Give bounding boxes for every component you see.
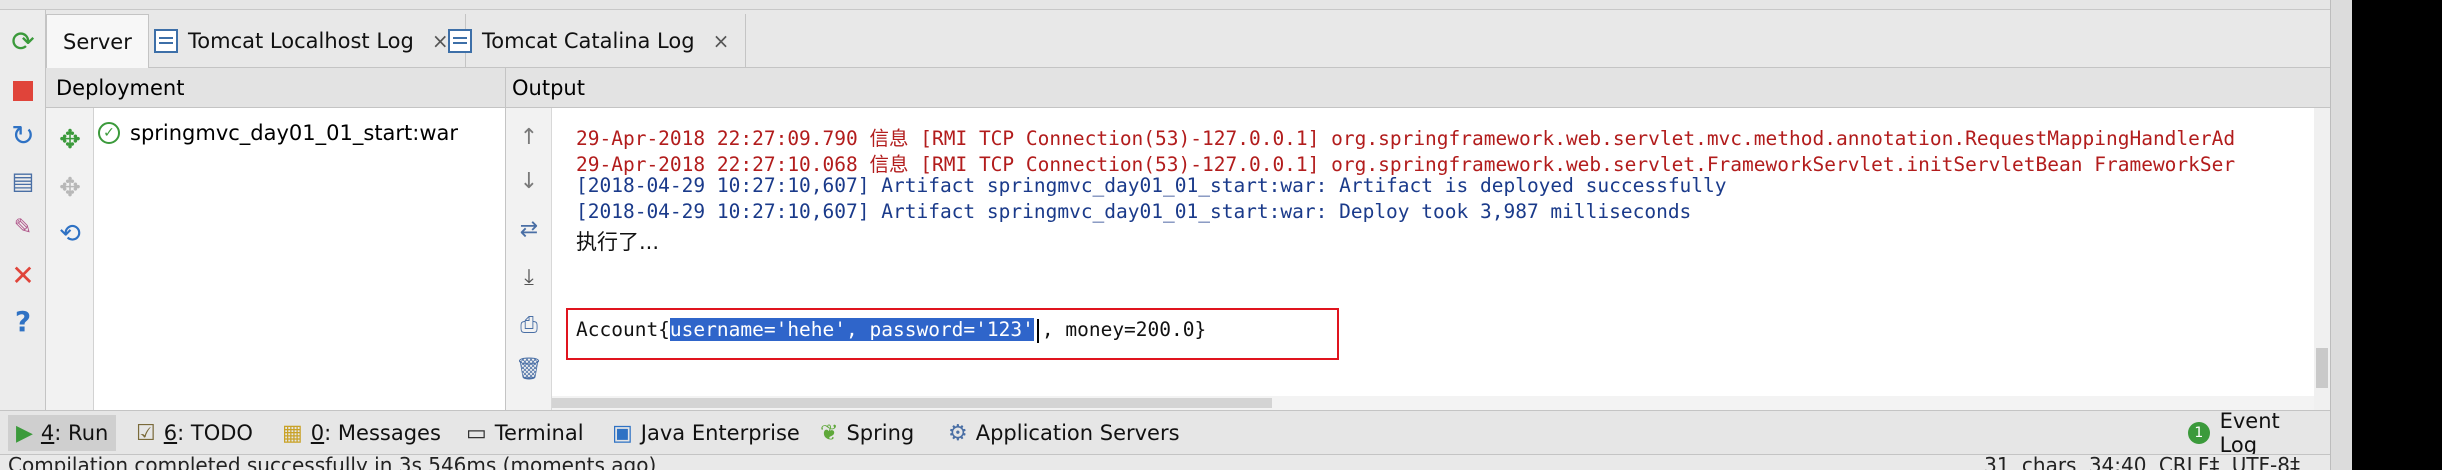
- deployment-tree: ✓ springmvc_day01_01_start:war: [94, 108, 506, 410]
- print-icon[interactable]: ⎙: [514, 310, 544, 340]
- help-icon[interactable]: ?: [4, 302, 42, 340]
- java-enterprise-icon: ▣: [612, 420, 633, 446]
- bottom-tab-label: : Run: [54, 421, 109, 445]
- bottom-tab-label: Application Servers: [975, 421, 1180, 445]
- bottom-tab-label: Java Enterprise: [640, 421, 800, 445]
- output-toolbar: ↑ ↓ ⇄ ⤓ ⎙ 🗑: [506, 108, 552, 410]
- messages-icon: ▦: [282, 420, 303, 446]
- bottom-tab-run[interactable]: ▶ 4: Run: [8, 415, 117, 451]
- intellij-run-window: ⟳ ↻ ▤ ✎ ✕ ? Server Tomcat Localhost Log …: [0, 0, 2352, 470]
- close-icon[interactable]: ✕: [4, 256, 42, 294]
- rerun-icon[interactable]: ⟳: [4, 22, 42, 60]
- clear-all-icon[interactable]: 🗑: [514, 354, 544, 384]
- output-header: Output: [506, 68, 2330, 108]
- deploy-icon[interactable]: ✥: [52, 122, 88, 158]
- deployment-item[interactable]: ✓ springmvc_day01_01_start:war: [98, 118, 458, 148]
- log-line: [2018-04-29 10:27:10,607] Artifact sprin…: [576, 174, 1727, 197]
- bottom-tab-label: Terminal: [494, 421, 584, 445]
- bottom-tab-label: : Messages: [324, 421, 441, 445]
- deployment-header: Deployment: [46, 68, 506, 108]
- title-bar: [0, 0, 2330, 10]
- bottom-tab-terminal[interactable]: ▭ Terminal: [458, 415, 592, 451]
- refresh-icon[interactable]: ⟲: [52, 216, 88, 252]
- vertical-scroll-thumb[interactable]: [2316, 348, 2328, 388]
- terminal-icon: ▭: [466, 420, 487, 446]
- spring-icon: ❦: [820, 420, 839, 446]
- bottom-tab-messages[interactable]: ▦ 0: Messages: [274, 415, 449, 451]
- soft-wrap-icon[interactable]: ⇄: [514, 214, 544, 244]
- bottom-tab-number: 0: [310, 421, 325, 445]
- log-icon: [154, 29, 178, 53]
- bottom-tab-number: 4: [40, 421, 55, 445]
- success-check-icon: ✓: [98, 122, 120, 144]
- status-message: Compilation completed successfully in 3s…: [8, 454, 657, 470]
- horizontal-scroll-thumb[interactable]: [552, 398, 1272, 408]
- log-line: 29-Apr-2018 22:27:09.790 信息 [RMI TCP Con…: [576, 127, 2236, 150]
- screen-edge: [2352, 0, 2442, 470]
- tab-tomcat-localhost-log-label: Tomcat Localhost Log: [188, 29, 414, 53]
- close-tab-icon[interactable]: ×: [713, 29, 730, 53]
- scroll-down-icon[interactable]: ↓: [514, 166, 544, 196]
- tab-server-label: Server: [63, 29, 132, 54]
- tab-tomcat-catalina-log-label: Tomcat Catalina Log: [482, 29, 695, 53]
- update-icon[interactable]: ↻: [4, 116, 42, 154]
- scroll-up-icon[interactable]: ↑: [514, 122, 544, 152]
- tab-server[interactable]: Server: [46, 14, 149, 68]
- right-tool-strip: [2330, 0, 2352, 470]
- tab-tomcat-localhost-log[interactable]: Tomcat Localhost Log ×: [138, 14, 466, 68]
- status-bar: Compilation completed successfully in 3s…: [0, 454, 2330, 470]
- bottom-tab-todo[interactable]: ☑ 6: TODO: [128, 415, 261, 451]
- output-header-label: Output: [512, 75, 585, 100]
- layout-icon[interactable]: ▤: [4, 162, 42, 200]
- undeploy-icon[interactable]: ✥: [52, 170, 88, 206]
- status-info[interactable]: 31 chars 34:40 CRLF‡ UTF-8‡: [1984, 455, 2300, 470]
- todo-icon: ☑: [136, 420, 156, 446]
- log-icon: [448, 29, 472, 53]
- tool-window-bar: ▶ 4: Run ☑ 6: TODO ▦ 0: Messages ▭ Termi…: [0, 409, 2330, 457]
- red-highlight-box: [566, 308, 1339, 360]
- event-log-label: Event Log: [2219, 409, 2280, 457]
- deployment-header-label: Deployment: [56, 75, 185, 100]
- bottom-tab-application-servers[interactable]: ⚙ Application Servers: [940, 415, 1188, 451]
- horizontal-scrollbar[interactable]: [552, 396, 2314, 410]
- run-icon: ▶: [16, 420, 33, 446]
- event-log-count-badge: 1: [2188, 422, 2210, 444]
- tab-tomcat-catalina-log[interactable]: Tomcat Catalina Log ×: [432, 14, 747, 68]
- application-servers-icon: ⚙: [948, 420, 968, 446]
- stop-icon[interactable]: [4, 72, 42, 110]
- pin-icon[interactable]: ✎: [4, 208, 42, 246]
- artifact-name: springmvc_day01_01_start:war: [130, 121, 459, 145]
- bottom-tab-label: : TODO: [177, 421, 253, 445]
- bottom-tab-label: Spring: [846, 421, 915, 445]
- event-log-button[interactable]: 1 Event Log: [2180, 409, 2330, 457]
- log-line: [2018-04-29 10:27:10,607] Artifact sprin…: [576, 200, 1692, 223]
- log-line: 29-Apr-2018 22:27:10.068 信息 [RMI TCP Con…: [576, 153, 2236, 176]
- vertical-scrollbar[interactable]: [2314, 108, 2330, 410]
- deployment-actions: ✥ ✥ ⟲: [46, 108, 94, 410]
- bottom-tab-number: 6: [163, 421, 178, 445]
- console-output[interactable]: 29-Apr-2018 22:27:09.790 信息 [RMI TCP Con…: [552, 108, 2330, 410]
- server-tabs: Server Tomcat Localhost Log × Tomcat Cat…: [46, 10, 2330, 68]
- bottom-tab-spring[interactable]: ❦ Spring: [812, 415, 922, 451]
- bottom-tab-java-enterprise[interactable]: ▣ Java Enterprise: [604, 415, 808, 451]
- log-line: 执行了...: [576, 230, 660, 254]
- left-toolbar: ⟳ ↻ ▤ ✎ ✕ ?: [0, 10, 46, 410]
- scroll-to-end-icon[interactable]: ⤓: [514, 262, 544, 292]
